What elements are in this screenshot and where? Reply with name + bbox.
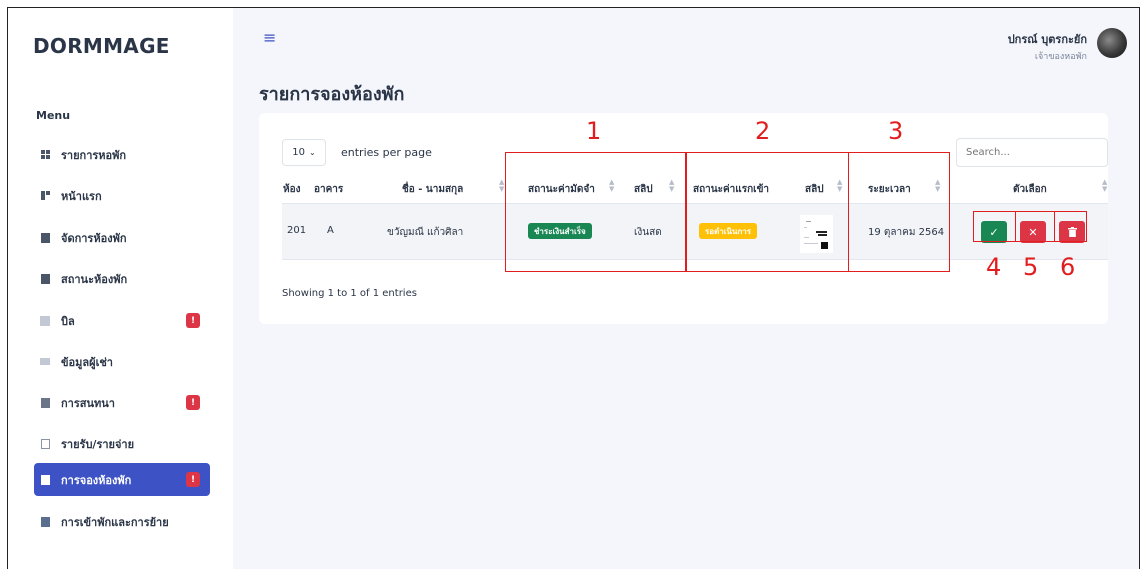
sidebar-item-home[interactable]: หน้าแรก bbox=[34, 179, 210, 212]
user-info: ปกรณ์ บุตรกะยัก เจ้าของหอพัก bbox=[1008, 30, 1087, 63]
column-header-room[interactable]: ห้อง bbox=[283, 182, 300, 197]
annotation-box-1 bbox=[505, 152, 687, 272]
sort-icon: ▲ ▼ bbox=[1102, 178, 1108, 193]
sidebar-item-income-expense[interactable]: รายรับ/รายจ่าย bbox=[34, 427, 210, 460]
annotation-label-6: 6 bbox=[1060, 253, 1076, 281]
cell-room: 201 bbox=[287, 225, 307, 236]
chevron-down-icon: ⌄ bbox=[309, 148, 316, 157]
column-header-options: ตัวเลือก bbox=[1013, 184, 1047, 195]
user-name: ปกรณ์ บุตรกะยัก bbox=[1007, 33, 1087, 46]
users-icon bbox=[40, 357, 50, 367]
column-header-building[interactable]: อาคาร bbox=[314, 182, 343, 197]
column-header-name[interactable]: ชื่อ - นามสกุล bbox=[402, 182, 463, 197]
annotation-box-2 bbox=[685, 152, 849, 272]
sidebar-item-manage-rooms[interactable]: จัดการห้องพัก bbox=[34, 221, 210, 254]
app-window: DORMMAGE Menu รายการหอพัก หน้าแรก จัดการ… bbox=[7, 7, 1140, 569]
entries-per-page-select[interactable]: 10 ⌄ bbox=[282, 139, 326, 166]
chat-icon bbox=[40, 397, 50, 408]
sidebar-item-tenants[interactable]: ข้อมูลผู้เช่า bbox=[34, 345, 210, 378]
sidebar-item-chat[interactable]: การสนทนา ! bbox=[34, 386, 210, 419]
sidebar: DORMMAGE Menu รายการหอพัก หน้าแรก จัดการ… bbox=[8, 8, 233, 569]
sidebar-item-label: การจองห้องพัก bbox=[61, 473, 132, 487]
door-icon bbox=[40, 273, 50, 284]
entries-value: 10 bbox=[292, 147, 306, 158]
sidebar-item-dorm-list[interactable]: รายการหอพัก bbox=[34, 138, 210, 171]
cell-building: A bbox=[327, 225, 334, 236]
building-icon bbox=[40, 232, 50, 243]
grid-icon bbox=[40, 150, 50, 160]
annotation-label-3: 3 bbox=[888, 117, 904, 145]
hamburger-icon[interactable]: ≡ bbox=[263, 28, 276, 47]
sidebar-item-label: ข้อมูลผู้เช่า bbox=[61, 355, 113, 369]
sidebar-item-label: รายการหอพัก bbox=[61, 148, 127, 162]
menu-heading: Menu bbox=[36, 109, 71, 122]
annotation-label-4: 4 bbox=[986, 253, 1002, 281]
user-role: เจ้าของหอพัก bbox=[1034, 52, 1087, 62]
sidebar-item-label: การสนทนา bbox=[61, 396, 115, 410]
layout-icon bbox=[40, 191, 50, 201]
notification-badge: ! bbox=[186, 395, 200, 410]
sidebar-item-label: บิล bbox=[61, 314, 75, 328]
sidebar-item-label: รายรับ/รายจ่าย bbox=[61, 437, 135, 451]
avatar[interactable] bbox=[1097, 28, 1127, 58]
annotation-label-1: 1 bbox=[586, 117, 602, 145]
annotation-box-5 bbox=[1015, 211, 1055, 242]
cell-name: ขวัญมณี แก้วศิลา bbox=[387, 227, 464, 238]
sidebar-item-checkin-move[interactable]: การเข้าพักและการย้าย bbox=[34, 505, 210, 538]
annotation-box-3 bbox=[848, 152, 950, 272]
move-icon bbox=[40, 516, 50, 527]
notification-badge: ! bbox=[186, 313, 200, 328]
annotation-label-2: 2 bbox=[755, 117, 771, 145]
annotation-box-6 bbox=[1054, 211, 1087, 242]
sidebar-item-room-status[interactable]: สถานะห้องพัก bbox=[34, 262, 210, 295]
annotation-box-4 bbox=[973, 211, 1016, 242]
sidebar-item-label: หน้าแรก bbox=[61, 189, 102, 203]
search-input[interactable] bbox=[956, 138, 1108, 167]
brand-logo: DORMMAGE bbox=[33, 34, 170, 58]
sidebar-item-bills[interactable]: บิล ! bbox=[34, 304, 210, 337]
table-info: Showing 1 to 1 of 1 entries bbox=[282, 288, 417, 299]
sidebar-item-label: การเข้าพักและการย้าย bbox=[61, 515, 169, 529]
annotation-label-5: 5 bbox=[1023, 253, 1039, 281]
main-content: ≡ ปกรณ์ บุตรกะยัก เจ้าของหอพัก รายการจอง… bbox=[233, 8, 1139, 569]
document-icon bbox=[40, 438, 50, 449]
page-title: รายการจองห้องพัก bbox=[259, 84, 405, 105]
bookmark-icon bbox=[40, 474, 50, 485]
entries-per-page-label: entries per page bbox=[341, 146, 432, 159]
sidebar-item-label: จัดการห้องพัก bbox=[61, 231, 127, 245]
receipt-icon bbox=[40, 315, 50, 326]
sidebar-item-bookings[interactable]: การจองห้องพัก ! bbox=[34, 463, 210, 496]
sort-icon: ▲ ▼ bbox=[499, 178, 505, 193]
notification-badge: ! bbox=[186, 472, 200, 487]
sidebar-item-label: สถานะห้องพัก bbox=[61, 272, 128, 286]
